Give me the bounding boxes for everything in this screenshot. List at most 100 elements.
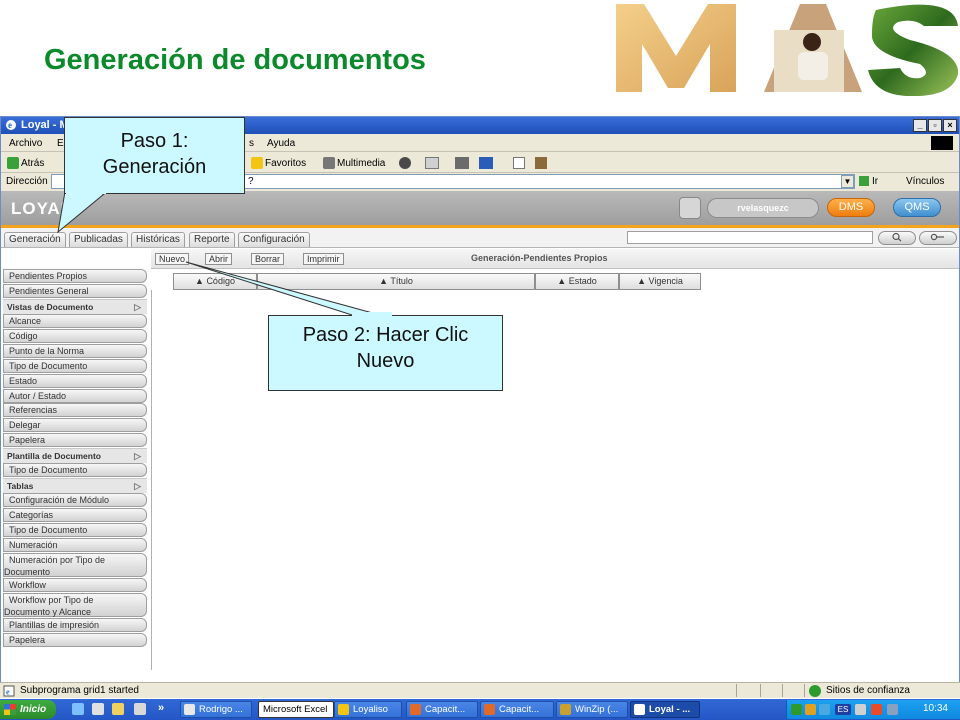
column-vigencia[interactable]: ▲ Vigencia [619,273,701,290]
sidebar-item-numeracion-tipo[interactable]: Numeración por Tipo de Documento [3,553,147,577]
loyal-logo: LOYAL [11,199,73,218]
tab-generacion[interactable]: Generación [4,232,66,247]
sidebar-item-pendientes-general[interactable]: Pendientes General [3,284,147,298]
discuss-icon[interactable] [513,157,525,169]
print-icon[interactable] [455,157,469,169]
go-button[interactable]: Ir [859,176,878,187]
taskbar-task-loyal[interactable]: Loyal - ... [630,701,700,718]
more-quicklaunch-button[interactable]: » [158,702,164,714]
address-dropdown-icon[interactable]: ▼ [841,175,854,188]
abrir-button[interactable]: Abrir [205,253,233,265]
keyboard-icon[interactable] [855,704,866,715]
sidebar-header-plantilla[interactable]: Plantilla de Documento ▷ [3,448,147,463]
sidebar-item-plantilla-tipo[interactable]: Tipo de Documento [3,463,147,477]
taskbar-task-winzip[interactable]: WinZip (... [556,701,628,718]
ie-quicklaunch-icon[interactable] [72,703,84,715]
sidebar-item-codigo[interactable]: Código [3,329,147,343]
taskbar-task-loyaliso[interactable]: Loyaliso [334,701,402,718]
history-icon[interactable] [399,157,411,169]
callout-step-2: Paso 2: Hacer Clic Nuevo [268,315,503,391]
shield-icon[interactable] [805,704,816,715]
sidebar-header-vistas[interactable]: Vistas de Documento ▷ [3,299,147,314]
taskbar-task-capacit-1[interactable]: Capacit... [406,701,478,718]
taskbar-task-rodrigo[interactable]: Rodrigo ... [180,701,252,718]
sidebar-item-workflow-tipo[interactable]: Workflow por Tipo de Documento y Alcance [3,593,147,617]
key-button[interactable] [919,231,957,245]
messenger-icon[interactable] [535,157,547,169]
sidebar-item-referencias[interactable]: Referencias [3,403,147,417]
mail-icon[interactable] [425,157,439,169]
trusted-zone-icon [809,685,821,697]
mail-quicklaunch-icon[interactable] [134,703,146,715]
sidebar-item-papelera[interactable]: Papelera [3,433,147,447]
maximize-button[interactable]: ▫ [928,119,942,132]
sidebar-item-alcance[interactable]: Alcance [3,314,147,328]
search-button[interactable] [878,231,916,245]
tab-historicas[interactable]: Históricas [131,232,185,247]
user-avatar-icon[interactable] [679,197,701,219]
sidebar-item-numeracion[interactable]: Numeración [3,538,147,552]
sort-icon: ▲ [557,276,569,286]
sidebar-item-workflow[interactable]: Workflow [3,578,147,592]
search-quicklaunch-icon[interactable] [112,703,124,715]
word-icon[interactable] [479,157,493,169]
sidebar-item-tablas-tipo[interactable]: Tipo de Documento [3,523,147,537]
menu-herramientas[interactable]: s [249,138,254,149]
taskbar-task-capacit-2[interactable]: Capacit... [480,701,554,718]
menu-ayuda[interactable]: Ayuda [267,138,295,149]
sidebar-item-tipo-documento[interactable]: Tipo de Documento [3,359,147,373]
language-indicator[interactable]: ES [835,704,851,715]
column-codigo[interactable]: ▲ Código [173,273,257,290]
nuevo-button[interactable]: Nuevo [155,253,190,265]
imprimir-button[interactable]: Imprimir [303,253,344,265]
back-button[interactable]: Atrás [7,157,44,169]
sidebar-item-papelera-tablas[interactable]: Papelera [3,633,147,647]
go-arrow-icon [859,176,869,187]
sidebar-item-estado[interactable]: Estado [3,374,147,388]
sidebar-item-plantillas-impresion[interactable]: Plantillas de impresión [3,618,147,632]
links-button[interactable]: Vínculos [906,176,944,187]
network-icon[interactable] [791,704,802,715]
sidebar-item-autor-estado[interactable]: Autor / Estado [3,389,147,403]
sidebar-header-tablas[interactable]: Tablas ▷ [3,478,147,493]
windows-taskbar: Inicio » Rodrigo ... Microsoft Excel Loy… [0,699,960,720]
desktop-quicklaunch-icon[interactable] [92,703,104,715]
tab-reporte[interactable]: Reporte [189,232,235,247]
taskbar-task-excel[interactable]: Microsoft Excel [258,701,334,718]
minimize-button[interactable]: _ [913,119,927,132]
powerpoint-icon [484,704,495,715]
start-button[interactable]: Inicio [0,700,56,719]
status-divider [804,684,805,697]
borrar-button[interactable]: Borrar [251,253,285,265]
menu-edicion[interactable]: E [57,138,64,149]
sidebar-item-categorias[interactable]: Categorías [3,508,147,522]
sidebar-item-delegar[interactable]: Delegar [3,418,147,432]
applet-icon: e [3,685,15,697]
callout-step-1: Paso 1: Generación [64,117,245,194]
menu-archivo[interactable]: Archivo [9,138,42,149]
multimedia-button[interactable]: Multimedia [323,157,385,169]
search-input[interactable] [627,231,873,244]
update-icon[interactable] [819,704,830,715]
sidebar-item-config-modulo[interactable]: Configuración de Módulo [3,493,147,507]
slide-title: Generación de documentos [44,44,426,76]
favorites-button[interactable]: Favoritos [251,157,306,169]
column-titulo[interactable]: ▲ Título [257,273,535,290]
antivirus-icon[interactable] [871,704,882,715]
dms-button[interactable]: DMS [827,198,875,217]
key-icon [930,233,944,241]
sort-icon: ▲ [379,276,391,286]
tab-configuracion[interactable]: Configuración [238,232,310,247]
qms-button[interactable]: QMS [893,198,941,217]
powerpoint-icon [410,704,421,715]
status-divider [782,684,783,697]
sidebar-item-punto-norma[interactable]: Punto de la Norma [3,344,147,358]
close-button[interactable]: × [943,119,957,132]
sidebar-item-pendientes-propios[interactable]: Pendientes Propios [3,269,147,283]
svg-text:e: e [8,120,12,130]
tab-publicadas[interactable]: Publicadas [69,232,128,247]
column-estado[interactable]: ▲ Estado [535,273,619,290]
status-divider [760,684,761,697]
volume-icon[interactable] [887,704,898,715]
internet-explorer-icon: e [6,120,16,130]
